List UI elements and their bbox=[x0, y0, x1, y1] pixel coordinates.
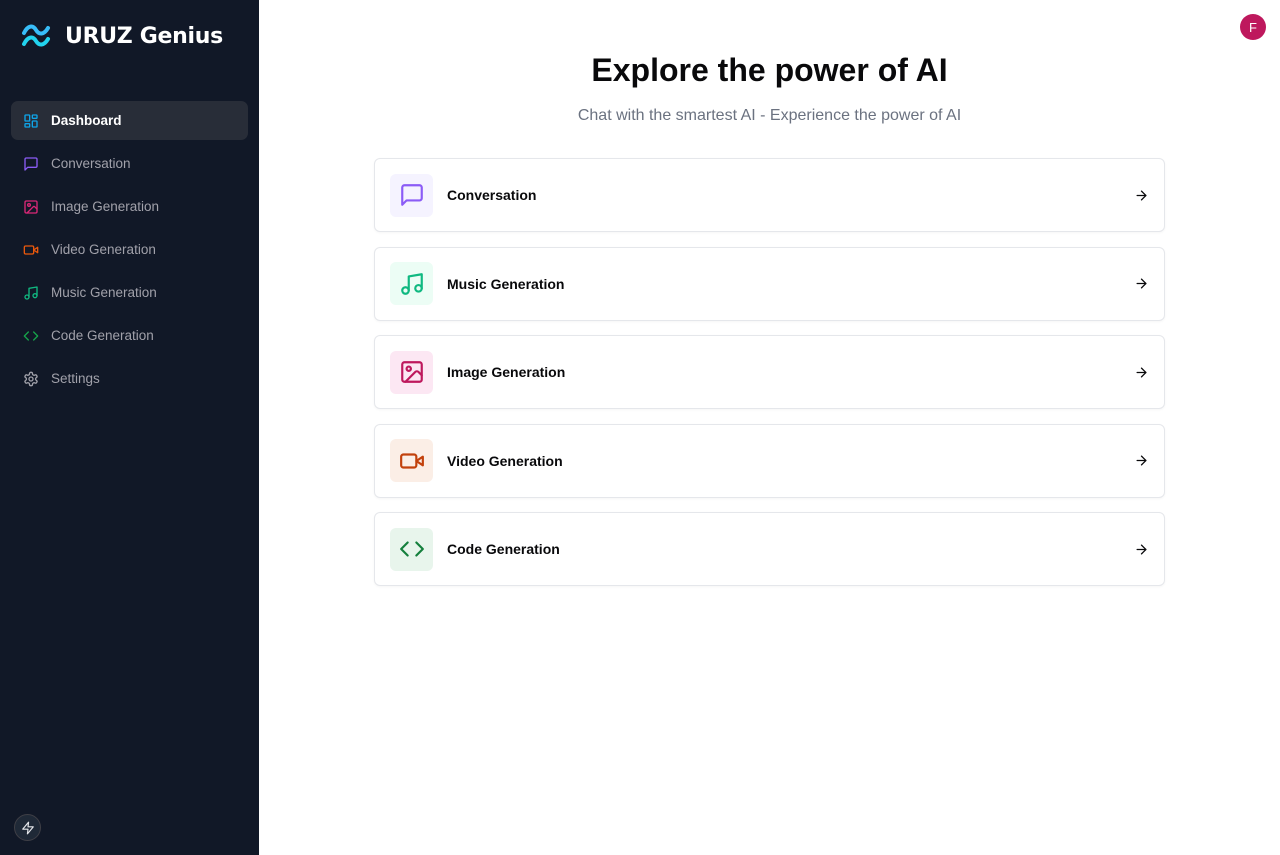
zap-icon bbox=[21, 821, 35, 835]
sidebar-item-settings[interactable]: Settings bbox=[11, 359, 248, 398]
tool-card-label: Image Generation bbox=[447, 364, 566, 380]
sidebar-item-image-generation[interactable]: Image Generation bbox=[11, 187, 248, 226]
music-icon bbox=[390, 262, 433, 305]
app: URUZ Genius Dashboard Conversation Image… bbox=[0, 0, 1280, 855]
sidebar-item-label: Video Generation bbox=[51, 242, 156, 257]
sidebar-item-label: Settings bbox=[51, 371, 100, 386]
sidebar-item-label: Dashboard bbox=[51, 113, 122, 128]
main-content: F Explore the power of AI Chat with the … bbox=[259, 0, 1280, 855]
layout-dashboard-icon bbox=[23, 113, 39, 129]
tool-card-video-generation[interactable]: Video Generation bbox=[374, 423, 1165, 498]
message-square-icon bbox=[390, 173, 433, 217]
tool-card-code-generation[interactable]: Code Generation bbox=[374, 512, 1165, 586]
music-icon bbox=[23, 285, 39, 301]
sidebar-item-video-generation[interactable]: Video Generation bbox=[11, 230, 248, 269]
arrow-right-icon bbox=[1133, 276, 1149, 292]
arrow-right-icon bbox=[1133, 453, 1149, 469]
sidebar-item-label: Code Generation bbox=[51, 328, 154, 343]
tool-card-label: Video Generation bbox=[447, 452, 563, 469]
tool-card-conversation[interactable]: Conversation bbox=[374, 158, 1165, 232]
tool-card-music-generation[interactable]: Music Generation bbox=[374, 246, 1165, 321]
settings-icon bbox=[23, 371, 39, 387]
video-icon bbox=[23, 242, 39, 258]
brand-name: URUZ Genius bbox=[65, 23, 223, 49]
arrow-right-icon bbox=[1133, 364, 1149, 380]
tool-card-label: Music Generation bbox=[447, 275, 565, 292]
avatar[interactable]: F bbox=[1240, 14, 1266, 40]
code-icon bbox=[390, 527, 433, 571]
video-icon bbox=[390, 439, 433, 482]
sidebar-item-label: Music Generation bbox=[51, 285, 157, 300]
arrow-right-icon bbox=[1133, 541, 1149, 557]
sidebar-item-conversation[interactable]: Conversation bbox=[11, 144, 248, 183]
sidebar-item-music-generation[interactable]: Music Generation bbox=[11, 273, 248, 312]
brand[interactable]: URUZ Genius bbox=[21, 20, 223, 52]
code-icon bbox=[23, 328, 39, 344]
tool-card-image-generation[interactable]: Image Generation bbox=[374, 335, 1165, 409]
sidebar-item-label: Image Generation bbox=[51, 199, 160, 214]
tool-card-label: Code Generation bbox=[447, 541, 560, 557]
wave-logo-icon bbox=[21, 20, 51, 52]
sidebar-nav: Dashboard Conversation Image Generation … bbox=[11, 101, 248, 402]
sidebar-item-label: Conversation bbox=[51, 156, 131, 171]
arrow-right-icon bbox=[1133, 187, 1149, 203]
sidebar-item-dashboard[interactable]: Dashboard bbox=[11, 101, 248, 140]
tool-cards: Conversation Music Generation Image Gene bbox=[374, 158, 1165, 601]
sidebar: URUZ Genius Dashboard Conversation Image… bbox=[0, 0, 259, 855]
image-icon bbox=[23, 199, 39, 215]
page-title: Explore the power of AI bbox=[591, 52, 948, 88]
message-square-icon bbox=[23, 156, 39, 172]
tool-card-label: Conversation bbox=[447, 187, 537, 203]
image-icon bbox=[390, 350, 433, 394]
page-subtitle: Chat with the smartest AI - Experience t… bbox=[577, 107, 962, 124]
sidebar-item-code-generation[interactable]: Code Generation bbox=[11, 316, 248, 355]
upgrade-button[interactable] bbox=[14, 814, 41, 841]
